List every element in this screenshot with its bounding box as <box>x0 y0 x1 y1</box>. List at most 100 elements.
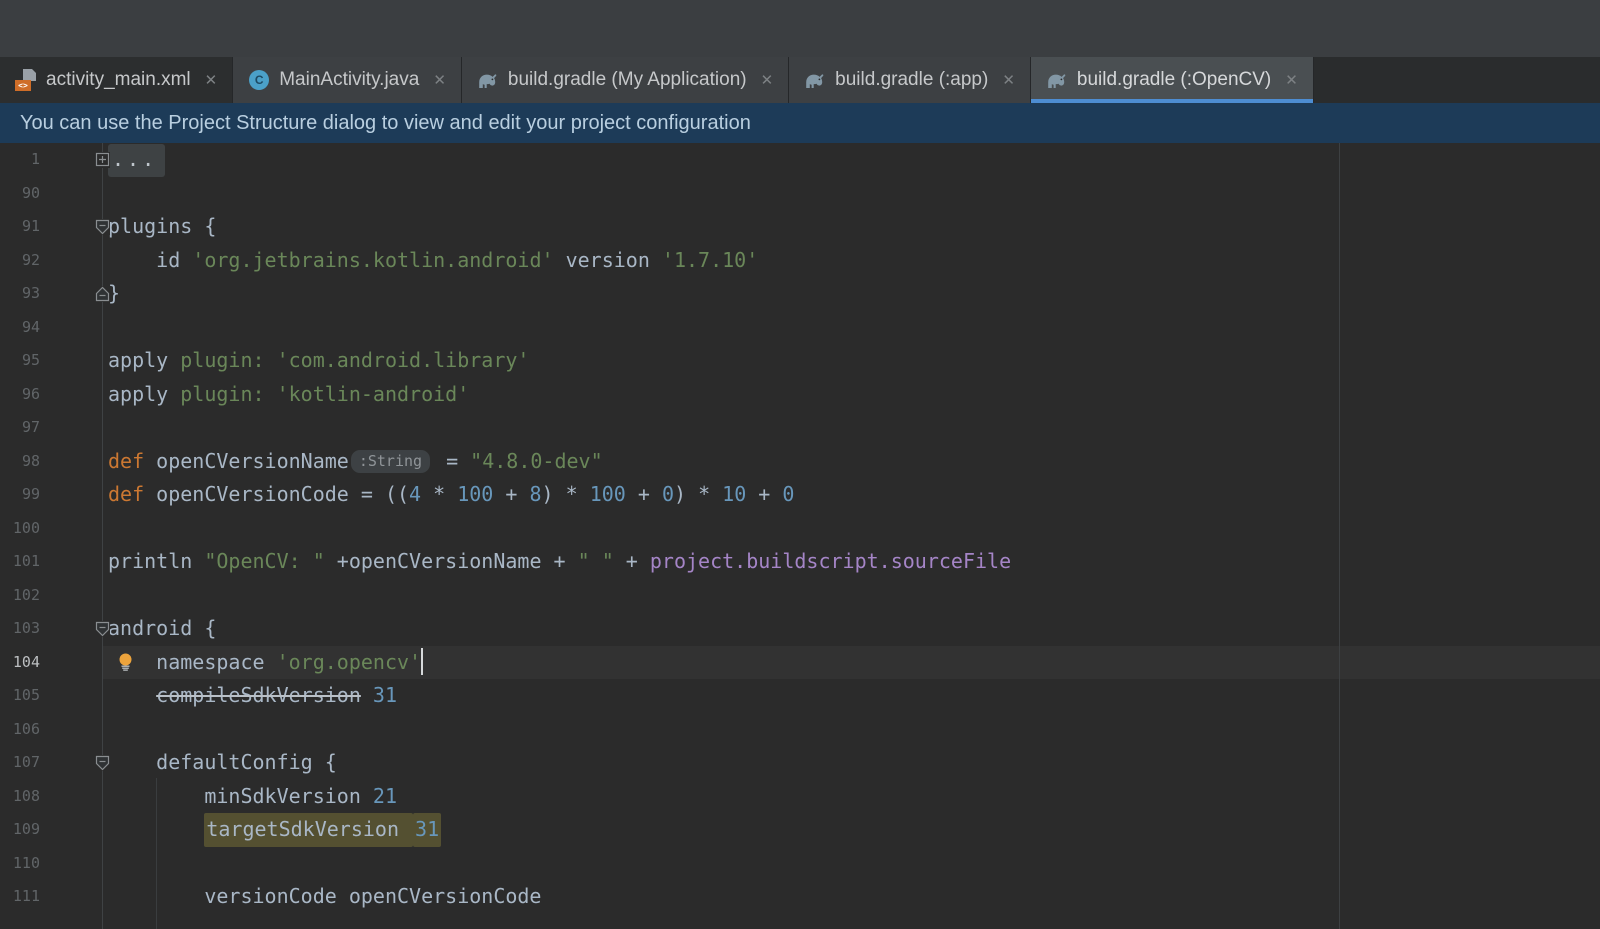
fold-open-top-icon[interactable] <box>95 219 110 235</box>
code-line: 111 versionCode openCVersionCode <box>0 880 1600 914</box>
tab-label: activity_main.xml <box>46 69 191 91</box>
code-line: 95apply plugin: 'com.android.library' <box>0 344 1600 378</box>
code-text[interactable] <box>102 512 1600 546</box>
code-token: plugin: <box>180 382 276 406</box>
code-token: '1.7.10' <box>662 248 758 272</box>
code-token: 100 <box>457 482 493 506</box>
fold-open-top-icon[interactable] <box>95 621 110 637</box>
close-tab-icon[interactable]: ✕ <box>433 73 446 88</box>
code-token: 31 <box>373 683 397 707</box>
code-text[interactable]: defaultConfig { <box>102 746 1600 780</box>
gutter: 105 <box>0 679 102 713</box>
code-token: versionCode openCVersionCode <box>108 884 541 908</box>
code-token: ... <box>108 144 165 177</box>
code-token: apply <box>108 348 180 372</box>
gutter: 92 <box>0 244 102 278</box>
code-text[interactable] <box>102 713 1600 747</box>
project-structure-hint-banner: You can use the Project Structure dialog… <box>0 103 1600 143</box>
code-text[interactable]: def openCVersionCode = ((4 * 100 + 8) * … <box>102 478 1600 512</box>
code-text[interactable]: apply plugin: 'kotlin-android' <box>102 378 1600 412</box>
java-class-icon: C <box>248 69 270 91</box>
code-text[interactable]: targetSdkVersion 31 <box>102 813 1600 847</box>
code-text[interactable] <box>102 411 1600 445</box>
code-token: version <box>554 248 662 272</box>
tab-label: MainActivity.java <box>279 69 419 91</box>
tab-label: build.gradle (:OpenCV) <box>1077 69 1271 91</box>
code-text[interactable]: plugins { <box>102 210 1600 244</box>
line-number: 108 <box>0 780 40 814</box>
code-token: +openCVersionName + <box>325 549 578 573</box>
gradle-icon <box>477 69 499 91</box>
code-token: minSdkVersion <box>108 784 373 808</box>
tab-mainactivity-java[interactable]: C MainActivity.java ✕ <box>233 57 462 103</box>
gutter: 101 <box>0 545 102 579</box>
code-line: 90 <box>0 177 1600 211</box>
line-number: 105 <box>0 679 40 713</box>
code-line: 107 defaultConfig { <box>0 746 1600 780</box>
code-token: 8 <box>529 482 541 506</box>
gutter: 104 <box>0 646 102 680</box>
close-tab-icon[interactable]: ✕ <box>205 73 218 88</box>
tab-build-gradle-opencv[interactable]: build.gradle (:OpenCV) ✕ <box>1031 57 1314 103</box>
line-number: 101 <box>0 545 40 579</box>
code-token: 0 <box>782 482 794 506</box>
line-number: 110 <box>0 847 40 881</box>
code-line: 99def openCVersionCode = ((4 * 100 + 8) … <box>0 478 1600 512</box>
code-token: 0 <box>662 482 674 506</box>
gradle-icon <box>804 69 826 91</box>
code-token <box>361 683 373 707</box>
gutter: 103 <box>0 612 102 646</box>
gutter: 91 <box>0 210 102 244</box>
close-tab-icon[interactable]: ✕ <box>1002 73 1015 88</box>
code-token: openCVersionName <box>156 449 349 473</box>
code-token: defaultConfig { <box>108 750 337 774</box>
code-text[interactable] <box>102 311 1600 345</box>
close-tab-icon[interactable]: ✕ <box>761 73 774 88</box>
code-text[interactable]: versionCode openCVersionCode <box>102 880 1600 914</box>
code-text[interactable]: namespace 'org.opencv' <box>102 646 1600 680</box>
code-token: + <box>626 482 662 506</box>
fold-open-bottom-icon[interactable] <box>95 286 110 302</box>
code-editor[interactable]: 1...9091plugins {92 id 'org.jetbrains.ko… <box>0 143 1600 929</box>
line-number: 97 <box>0 411 40 445</box>
code-token: 'org.jetbrains.kotlin.android' <box>192 248 553 272</box>
code-text[interactable]: compileSdkVersion 31 <box>102 679 1600 713</box>
intention-bulb-icon[interactable] <box>117 653 134 672</box>
gutter: 102 <box>0 579 102 613</box>
code-line: 105 compileSdkVersion 31 <box>0 679 1600 713</box>
code-token <box>108 683 156 707</box>
line-number: 99 <box>0 478 40 512</box>
code-text[interactable] <box>102 579 1600 613</box>
code-token: 'com.android.library' <box>277 348 530 372</box>
tab-build-gradle-my-application[interactable]: build.gradle (My Application)✕ <box>462 57 789 103</box>
code-token: println <box>108 549 204 573</box>
gutter: 93 <box>0 277 102 311</box>
code-text[interactable]: minSdkVersion 21 <box>102 780 1600 814</box>
code-token: targetSdkVersion <box>204 813 413 847</box>
code-line: 106 <box>0 713 1600 747</box>
code-text[interactable]: id 'org.jetbrains.kotlin.android' versio… <box>102 244 1600 278</box>
close-tab-icon[interactable]: ✕ <box>1285 73 1298 88</box>
code-text[interactable]: println "OpenCV: " +openCVersionName + "… <box>102 545 1600 579</box>
code-line: 101 println "OpenCV: " +openCVersionName … <box>0 545 1600 579</box>
code-text[interactable]: def openCVersionName:String = "4.8.0-dev… <box>102 445 1600 479</box>
tab-activity-main-xml[interactable]: <>activity_main.xml✕ <box>0 57 233 103</box>
gutter: 111 <box>0 880 102 914</box>
code-text[interactable] <box>102 847 1600 881</box>
code-token: apply <box>108 382 180 406</box>
fold-expand-icon[interactable] <box>95 152 110 168</box>
editor-rows: 1...9091plugins {92 id 'org.jetbrains.ko… <box>0 143 1600 914</box>
code-line: 1... <box>0 143 1600 177</box>
line-number: 100 <box>0 512 40 546</box>
code-token: + <box>746 482 782 506</box>
code-text[interactable]: apply plugin: 'com.android.library' <box>102 344 1600 378</box>
code-text[interactable] <box>102 177 1600 211</box>
code-line: 108 minSdkVersion 21 <box>0 780 1600 814</box>
code-token: id <box>108 248 192 272</box>
fold-open-top-icon[interactable] <box>95 755 110 771</box>
tab-build-gradle-app[interactable]: build.gradle (:app)✕ <box>789 57 1031 103</box>
code-text[interactable]: } <box>102 277 1600 311</box>
code-text[interactable]: android { <box>102 612 1600 646</box>
code-text[interactable]: ... <box>102 143 1600 177</box>
code-line: 102 <box>0 579 1600 613</box>
